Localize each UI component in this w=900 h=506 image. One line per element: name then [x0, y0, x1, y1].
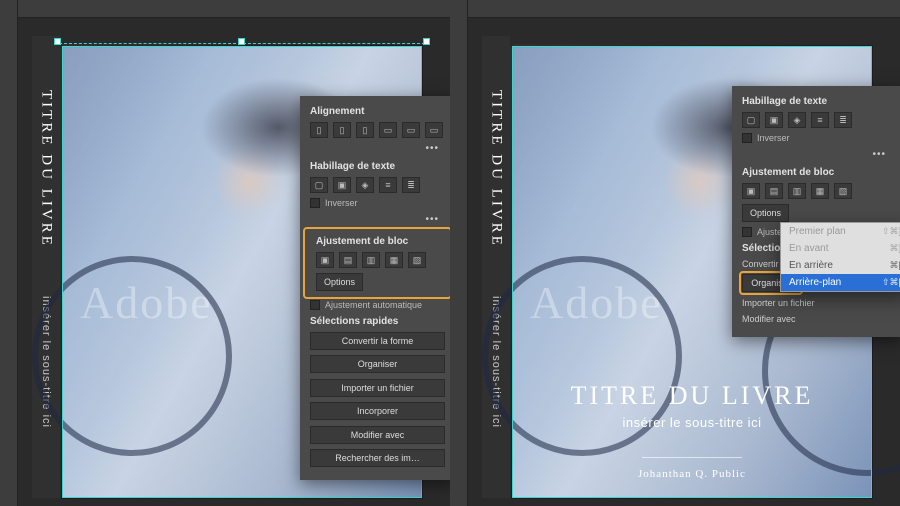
section-frame-fit: Ajustement de bloc: [306, 232, 449, 249]
fit-fill-icon[interactable]: ▥: [788, 183, 806, 199]
edit-with-button[interactable]: Modifier avec: [310, 426, 445, 444]
cover-subtitle: insérer le sous-titre ici: [512, 415, 872, 430]
edit-with-label: Modifier avec: [742, 314, 830, 324]
invert-label: Inverser: [757, 133, 790, 143]
align-center-v-icon[interactable]: ▭: [402, 122, 420, 138]
cover-title-block: TITRE DU LIVRE insérer le sous-titre ici: [512, 381, 872, 430]
book-spine: TITRE DU LIVRE insérer le sous-titre ici: [32, 36, 60, 498]
align-left-icon[interactable]: ▯: [310, 122, 328, 138]
vertical-ruler: [0, 0, 18, 506]
import-file-button[interactable]: Importer un fichier: [310, 379, 445, 397]
properties-panel[interactable]: Alignement ▯ ▯ ▯ ▭ ▭ ▭ ••• Habillage de …: [300, 96, 450, 480]
more-icon[interactable]: •••: [425, 143, 445, 154]
arrange-button[interactable]: Organiser: [310, 355, 445, 373]
search-images-button[interactable]: Rechercher des im…: [310, 449, 445, 467]
section-alignment: Alignement: [300, 102, 450, 119]
properties-panel[interactable]: Habillage de texte ▢ ▣ ◈ ≡ ≣ Inverser ••…: [732, 86, 900, 337]
auto-fit-checkbox[interactable]: [742, 227, 752, 237]
book-spine: TITRE DU LIVRE insérer le sous-titre ici: [482, 36, 510, 498]
auto-fit-checkbox[interactable]: [310, 300, 320, 310]
author-rule: [642, 457, 742, 458]
menu-bring-forward[interactable]: En avant⌘]: [781, 240, 900, 257]
embed-button[interactable]: Incorporer: [310, 402, 445, 420]
wrap-shape-icon[interactable]: ◈: [788, 112, 806, 128]
fit-center-icon[interactable]: ▧: [834, 183, 852, 199]
menu-bring-to-front[interactable]: Premier plan⇧⌘]: [781, 223, 900, 240]
section-text-wrap: Habillage de texte: [300, 157, 450, 174]
invert-checkbox[interactable]: [742, 133, 752, 143]
auto-fit-label: Ajustement automatique: [325, 300, 422, 310]
watermark: Adobe: [530, 276, 663, 329]
align-center-h-icon[interactable]: ▯: [333, 122, 351, 138]
wrap-jump-icon[interactable]: ≡: [379, 177, 397, 193]
vertical-ruler: [450, 0, 468, 506]
menu-send-backward[interactable]: En arrière⌘[: [781, 257, 900, 274]
spine-title: TITRE DU LIVRE: [38, 90, 55, 248]
more-icon[interactable]: •••: [425, 214, 445, 225]
wrap-jump-next-icon[interactable]: ≣: [402, 177, 420, 193]
invert-label: Inverser: [325, 198, 358, 208]
fit-options-button[interactable]: Options: [742, 204, 789, 222]
align-top-icon[interactable]: ▭: [379, 122, 397, 138]
wrap-none-icon[interactable]: ▢: [742, 112, 760, 128]
horizontal-ruler: [468, 0, 900, 18]
fit-fill-icon[interactable]: ▥: [362, 252, 380, 268]
horizontal-ruler: [18, 0, 450, 18]
cover-title: TITRE DU LIVRE: [512, 381, 872, 411]
fit-prop-icon[interactable]: ▤: [339, 252, 357, 268]
fit-options-button[interactable]: Options: [316, 273, 363, 291]
arrange-menu[interactable]: Premier plan⇧⌘] En avant⌘] En arrière⌘[ …: [780, 222, 900, 292]
spine-title: TITRE DU LIVRE: [488, 90, 505, 248]
wrap-jump-next-icon[interactable]: ≣: [834, 112, 852, 128]
align-right-icon[interactable]: ▯: [356, 122, 374, 138]
wrap-none-icon[interactable]: ▢: [310, 177, 328, 193]
left-screenshot: TITRE DU LIVRE insérer le sous-titre ici…: [0, 0, 450, 506]
invert-checkbox[interactable]: [310, 198, 320, 208]
more-icon[interactable]: •••: [872, 149, 892, 160]
section-quick: Sélections rapides: [300, 312, 450, 329]
fit-frame-icon[interactable]: ▦: [811, 183, 829, 199]
wrap-jump-icon[interactable]: ≡: [811, 112, 829, 128]
section-text-wrap: Habillage de texte: [732, 92, 900, 109]
cover-author: Johanthan Q. Public: [512, 468, 872, 480]
wrap-bounding-icon[interactable]: ▣: [333, 177, 351, 193]
section-frame-fit: Ajustement de bloc: [732, 163, 900, 180]
align-bottom-icon[interactable]: ▭: [425, 122, 443, 138]
right-screenshot: TITRE DU LIVRE insérer le sous-titre ici…: [450, 0, 900, 506]
wrap-bounding-icon[interactable]: ▣: [765, 112, 783, 128]
convert-shape-button[interactable]: Convertir la forme: [310, 332, 445, 350]
menu-send-to-back[interactable]: Arrière-plan⇧⌘[: [781, 274, 900, 291]
fit-content-icon[interactable]: ▣: [742, 183, 760, 199]
fit-frame-icon[interactable]: ▦: [385, 252, 403, 268]
alignment-icons-row: ▯ ▯ ▯ ▭ ▭ ▭ •••: [300, 119, 450, 157]
import-file-label: Importer un fichier: [742, 298, 830, 308]
fit-content-icon[interactable]: ▣: [316, 252, 334, 268]
wrap-shape-icon[interactable]: ◈: [356, 177, 374, 193]
watermark: Adobe: [80, 276, 213, 329]
fit-prop-icon[interactable]: ▤: [765, 183, 783, 199]
fit-center-icon[interactable]: ▧: [408, 252, 426, 268]
